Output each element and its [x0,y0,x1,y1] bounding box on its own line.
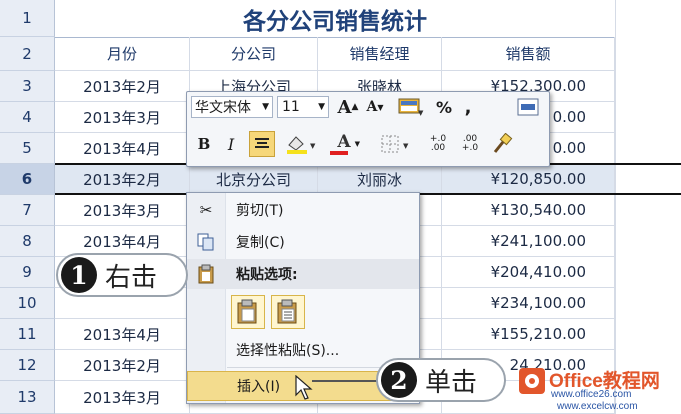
cell-amount[interactable]: ¥130,540.00 [442,195,615,226]
step2-text: 单击 [425,367,478,398]
increase-decimal-button[interactable]: +.0 .00 [425,132,451,156]
paste-values-button[interactable] [271,295,305,329]
menu-item-copy[interactable]: 复制(C) [187,227,419,257]
paint-bucket-icon: ▼ [287,136,316,154]
format-painter-table-icon[interactable]: ▼ [393,96,429,118]
borders-icon: ▼ [381,135,409,153]
grow-font-button[interactable]: A ▲ [335,96,361,118]
scissors-icon: ✂ [199,201,213,219]
format-painter-brush-icon [493,133,513,153]
font-name-combo[interactable]: 华文宋体 ▼ [191,96,273,118]
row-header[interactable]: 7 [0,195,55,226]
cell-month[interactable]: 2013年2月 [55,350,190,381]
header-manager[interactable]: 销售经理 [318,37,442,71]
font-size-combo[interactable]: 11 ▼ [277,96,329,118]
borders-button[interactable]: ▼ [379,132,413,156]
italic-button[interactable]: I [221,132,241,156]
header-amount[interactable]: 销售额 [442,37,615,71]
increase-decimal-icon: +.0 .00 [429,134,447,153]
copy-icon [195,231,217,253]
cell-amount[interactable]: ¥234,100.00 [442,288,615,319]
cell-amount[interactable]: ¥241,100.00 [442,226,615,257]
mini-toolbar: 华文宋体 ▼ 11 ▼ A ▲ A ▼ ▼ % , B I ▼ A ▼ ▼ +.0 … [186,91,550,167]
paste-values-icon [277,299,297,324]
cell-amount[interactable]: ¥204,410.00 [442,257,615,288]
header-company[interactable]: 分公司 [190,37,318,71]
selected-row-outline [55,163,681,195]
menu-item-paste-special[interactable]: 选择性粘贴(S)... [187,335,419,365]
watermark-sub: www.excelcw.com [557,401,638,412]
chevron-down-icon: ▼ [262,102,269,112]
cell-month[interactable]: 2013年3月 [55,102,190,133]
row-header[interactable]: 12 [0,350,55,381]
percent-style-button[interactable]: % [433,96,455,118]
fill-color-button[interactable]: ▼ [283,132,321,156]
sheet-title[interactable]: 各分公司销售统计 [55,0,615,38]
paste-options-heading: 粘贴选项: [187,259,419,289]
merge-center-icon[interactable] [515,96,541,118]
callout-pointer-line [312,380,382,382]
watermark-url: www.office26.com [551,389,632,400]
font-color-button[interactable]: A ▼ [327,132,361,156]
format-painter-button[interactable] [489,132,515,156]
mouse-cursor-icon [295,375,313,400]
font-name-value: 华文宋体 [195,100,251,116]
menu-item-cut[interactable]: ✂ 剪切(T) [187,195,419,225]
watermark: Office教程网 www.office26.com www.excelcw.c… [517,362,681,414]
paste-option-button[interactable] [231,295,265,329]
step1-number: 1 [61,257,97,293]
row-header[interactable]: 13 [0,381,55,414]
row-header[interactable]: 3 [0,71,55,102]
cell-month[interactable]: 2013年3月 [55,195,190,226]
cell-amount[interactable]: ¥155,210.00 [442,319,615,350]
svg-text:▼: ▼ [310,142,316,150]
decrease-decimal-button[interactable]: .00 +.0 [457,132,483,156]
step1-callout: 1 右击 [56,253,188,297]
row-header[interactable]: 8 [0,226,55,257]
cell-month[interactable]: 2013年2月 [55,71,190,102]
row-header[interactable]: 9 [0,257,55,288]
step2-callout: 2 单击 [376,358,506,402]
chevron-down-icon: ▼ [354,140,360,148]
chevron-down-icon: ▼ [318,102,325,112]
row-header[interactable]: 1 [0,0,55,37]
cell-month[interactable]: 2013年3月 [55,381,190,414]
font-size-value: 11 [282,99,300,115]
bold-button[interactable]: B [193,132,215,156]
office-logo-icon [519,368,545,394]
step2-number: 2 [381,362,417,398]
svg-text:▼: ▼ [403,142,409,150]
cell-month[interactable]: 2013年4月 [55,133,190,164]
clipboard-icon [195,263,217,285]
empty-column[interactable] [615,0,681,414]
row-header[interactable]: 11 [0,319,55,350]
comma-style-button[interactable]: , [457,96,479,118]
row-header[interactable]: 10 [0,288,55,319]
font-color-bar [330,151,348,155]
row-header[interactable]: 4 [0,102,55,133]
align-center-button[interactable] [249,131,275,157]
align-center-icon [255,138,269,148]
row-header[interactable]: 5 [0,133,55,164]
step1-text: 右击 [105,262,158,293]
cell-month[interactable]: 2013年4月 [55,319,190,350]
row-header[interactable]: 2 [0,37,55,71]
header-month[interactable]: 月份 [55,37,190,71]
svg-text:▼: ▼ [418,109,424,117]
decrease-decimal-icon: .00 +.0 [461,134,479,153]
row-header-selected[interactable]: 6 [0,164,55,195]
shrink-font-button[interactable]: A ▼ [363,96,387,118]
paste-icon [237,299,257,324]
